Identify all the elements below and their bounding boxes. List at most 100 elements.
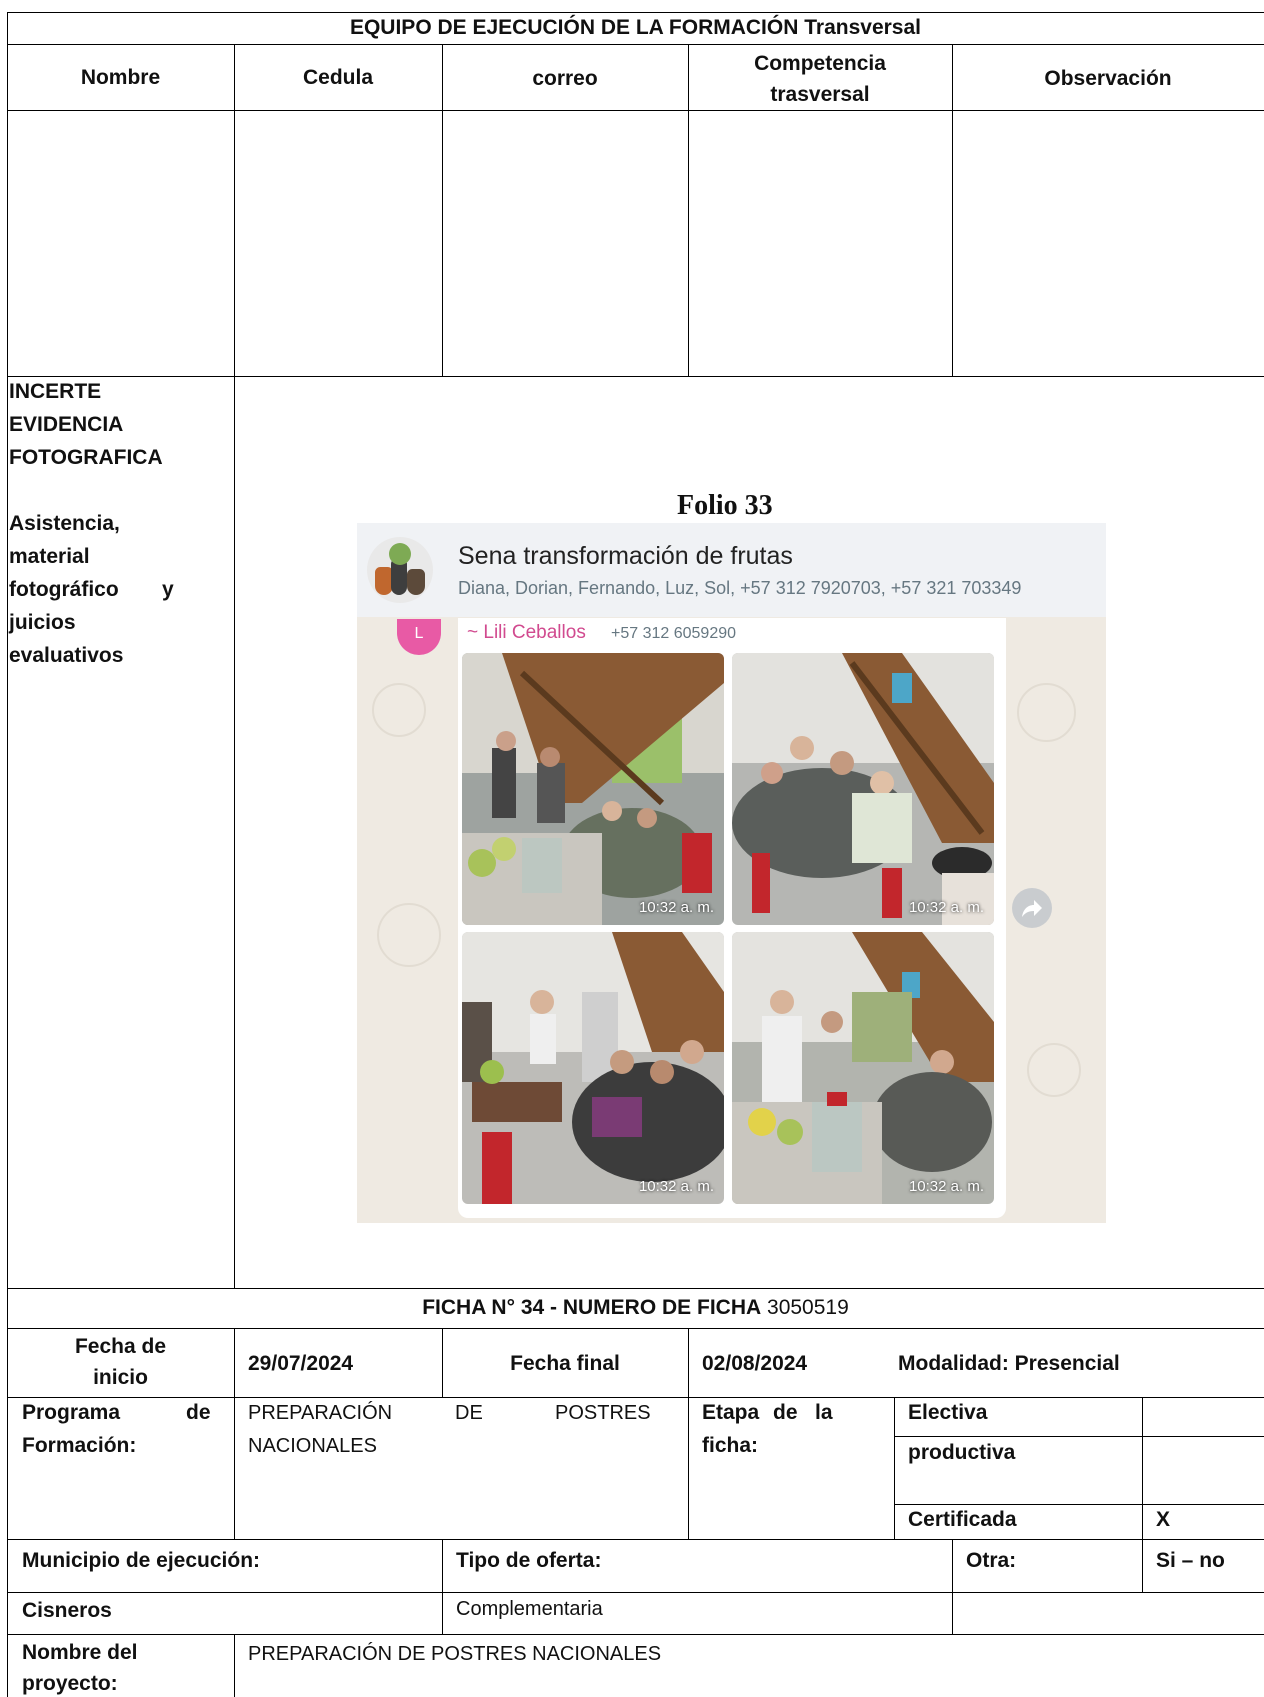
programa-label-line2: Formación: [22, 1434, 137, 1457]
background-doodle [1017, 683, 1076, 742]
fecha-final-label: Fecha final [510, 1352, 620, 1375]
chat-header: Sena transformación de frutas Diana, Dor… [357, 523, 1106, 617]
border-line [7, 1397, 1264, 1398]
border-line [894, 1397, 895, 1539]
background-doodle [1027, 1043, 1081, 1097]
photo-timestamp: 10:32 a. m. [908, 899, 984, 916]
etapa-label-line2: ficha: [702, 1434, 759, 1457]
etapa-label-la: la [815, 1401, 833, 1424]
etapa-label-de: de [773, 1401, 798, 1424]
programa-label: Programa [22, 1401, 121, 1424]
evidence-label-line: EVIDENCIA [9, 413, 124, 436]
evidence-sub-line: Asistencia, [9, 512, 120, 535]
border-line [7, 1288, 1264, 1289]
group-members: Diana, Dorian, Fernando, Luz, Sol, +57 3… [458, 578, 1022, 598]
certificada-label: Certificada [908, 1508, 1017, 1531]
border-line [7, 12, 8, 1697]
border-line [7, 12, 1264, 13]
ficha-number: 3050519 [767, 1296, 849, 1319]
col-header-competencia-line2: trasversal [770, 83, 870, 106]
modalidad-label: Modalidad: Presencial [898, 1352, 1120, 1375]
evidence-sub-line: material [9, 545, 90, 568]
team-title-bold: EQUIPO DE EJECUCIÓN DE LA FORMACIÓN [349, 16, 799, 39]
forward-arrow-shape [1022, 900, 1042, 917]
background-doodle [372, 683, 426, 737]
col-header-cedula: Cedula [302, 66, 373, 89]
proyecto-label-line2: proyecto: [22, 1672, 118, 1695]
municipio-value: Cisneros [22, 1599, 112, 1622]
col-header-observacion: Observación [1044, 67, 1172, 90]
sender-phone: +57 312 6059290 [611, 625, 737, 642]
photo-timestamp: 10:32 a. m. [638, 899, 714, 916]
border-line [442, 44, 443, 376]
municipio-label: Municipio de ejecución: [22, 1549, 261, 1572]
certificada-mark: X [1156, 1508, 1171, 1531]
sender-name[interactable]: ~ Lili Ceballos [467, 621, 586, 645]
programa-value-line2: NACIONALES [248, 1435, 377, 1457]
photo-thumbnail[interactable]: 10:32 a. m. [462, 653, 724, 925]
photo-image [732, 932, 994, 1204]
evidence-sub-line: fotográfico [9, 578, 119, 601]
programa-value-de: DE [455, 1402, 483, 1424]
border-line [234, 44, 235, 1288]
border-line [952, 1539, 953, 1634]
evidence-sub-line: y [162, 578, 174, 601]
programa-value-postres: POSTRES [555, 1402, 651, 1424]
si-no-label: Si – no [1156, 1549, 1225, 1572]
photo-thumbnail[interactable]: 10:32 a. m. [732, 932, 994, 1204]
border-line [7, 44, 1264, 45]
team-section-title: EQUIPO DE EJECUCIÓN DE LA FORMACIÓN Tran… [7, 15, 1264, 41]
evidence-sub-line: evaluativos [9, 644, 124, 667]
sender-avatar-icon[interactable]: L [397, 619, 441, 655]
photo-thumbnail[interactable]: 10:32 a. m. [732, 653, 994, 925]
avatar-icon[interactable] [367, 537, 433, 603]
jar-shape [389, 543, 411, 565]
border-line [234, 1328, 235, 1539]
etapa-label: Etapa [702, 1401, 760, 1424]
border-line [894, 1504, 1264, 1505]
chat-screenshot: Sena transformación de frutas Diana, Dor… [357, 523, 1106, 1223]
border-line [7, 1592, 1264, 1593]
border-line [688, 1328, 689, 1539]
fecha-final-value: 02/08/2024 [702, 1352, 808, 1375]
team-title-suffix: Transversal [804, 16, 922, 39]
border-line [7, 110, 1264, 111]
proyecto-label: Nombre del [22, 1641, 138, 1664]
proyecto-value: PREPARACIÓN DE POSTRES NACIONALES [248, 1643, 662, 1665]
border-line [7, 1634, 1264, 1635]
photo-image [462, 653, 724, 925]
tipo-oferta-value: Complementaria [456, 1598, 603, 1620]
photo-thumbnail[interactable]: 10:32 a. m. [462, 932, 724, 1204]
ficha-title-bold: FICHA N° 34 - NUMERO DE FICHA [422, 1296, 762, 1319]
border-line [7, 1328, 1264, 1329]
evidence-label-line: INCERTE [9, 380, 102, 403]
border-line [234, 1634, 235, 1697]
fecha-inicio-label: Fecha de [74, 1335, 167, 1358]
photo-timestamp: 10:32 a. m. [638, 1178, 714, 1195]
programa-label-de: de [186, 1401, 211, 1424]
forward-icon[interactable] [1012, 888, 1052, 928]
evidence-sub-line: juicios [9, 611, 76, 634]
border-line [442, 1539, 443, 1634]
col-header-correo: correo [532, 67, 598, 90]
photo-timestamp: 10:32 a. m. [908, 1178, 984, 1195]
col-header-nombre: Nombre [80, 66, 161, 89]
fecha-inicio-label-line2: inicio [93, 1366, 148, 1389]
border-line [7, 376, 1264, 377]
fecha-inicio-value: 29/07/2024 [248, 1352, 354, 1375]
tipo-oferta-label: Tipo de oferta: [456, 1549, 602, 1572]
ficha-title: FICHA N° 34 - NUMERO DE FICHA 3050519 [7, 1295, 1264, 1321]
evidence-label-line: FOTOGRAFICA [9, 446, 163, 469]
group-name[interactable]: Sena transformación de frutas [458, 541, 793, 571]
border-line [7, 1539, 1264, 1540]
jar-shape [407, 569, 425, 595]
border-line [894, 1436, 1264, 1437]
background-doodle [377, 903, 441, 967]
photo-image [462, 932, 724, 1204]
electiva-label: Electiva [908, 1401, 988, 1424]
otra-label: Otra: [966, 1549, 1017, 1572]
folio-label: Folio 33 [677, 490, 773, 521]
border-line [1142, 1397, 1143, 1592]
border-line [952, 44, 953, 376]
productiva-label: productiva [908, 1441, 1016, 1464]
